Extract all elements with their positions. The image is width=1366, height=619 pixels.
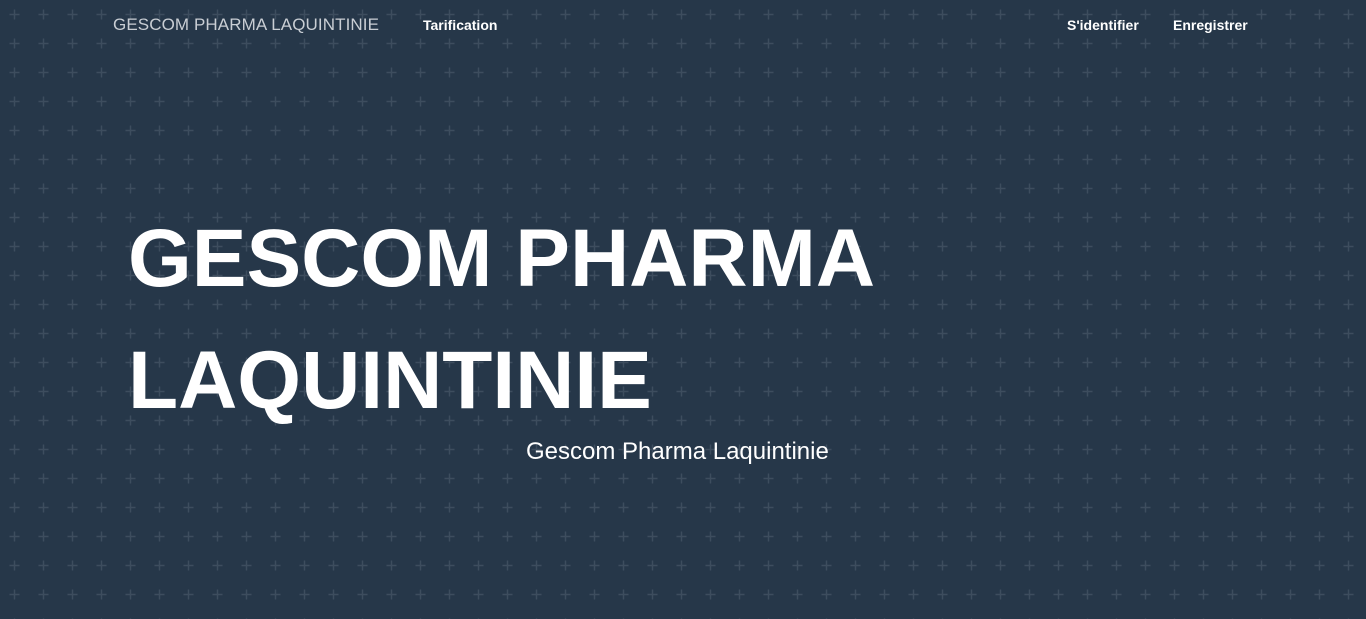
nav-link-pricing[interactable]: Tarification (423, 17, 497, 33)
brand-link[interactable]: GESCOM PHARMA LAQUINTINIE (113, 15, 379, 35)
nav-link-login[interactable]: S'identifier (1067, 17, 1139, 33)
hero-title: GESCOM PHARMA LAQUINTINIE (128, 213, 873, 426)
hero-section: GESCOM PHARMA LAQUINTINIE Gescom Pharma … (0, 0, 1366, 619)
nav-link-register[interactable]: Enregistrer (1173, 17, 1248, 33)
hero-subtitle: Gescom Pharma Laquintinie (526, 438, 829, 465)
top-navbar: GESCOM PHARMA LAQUINTINIE Tarification S… (0, 0, 1366, 50)
